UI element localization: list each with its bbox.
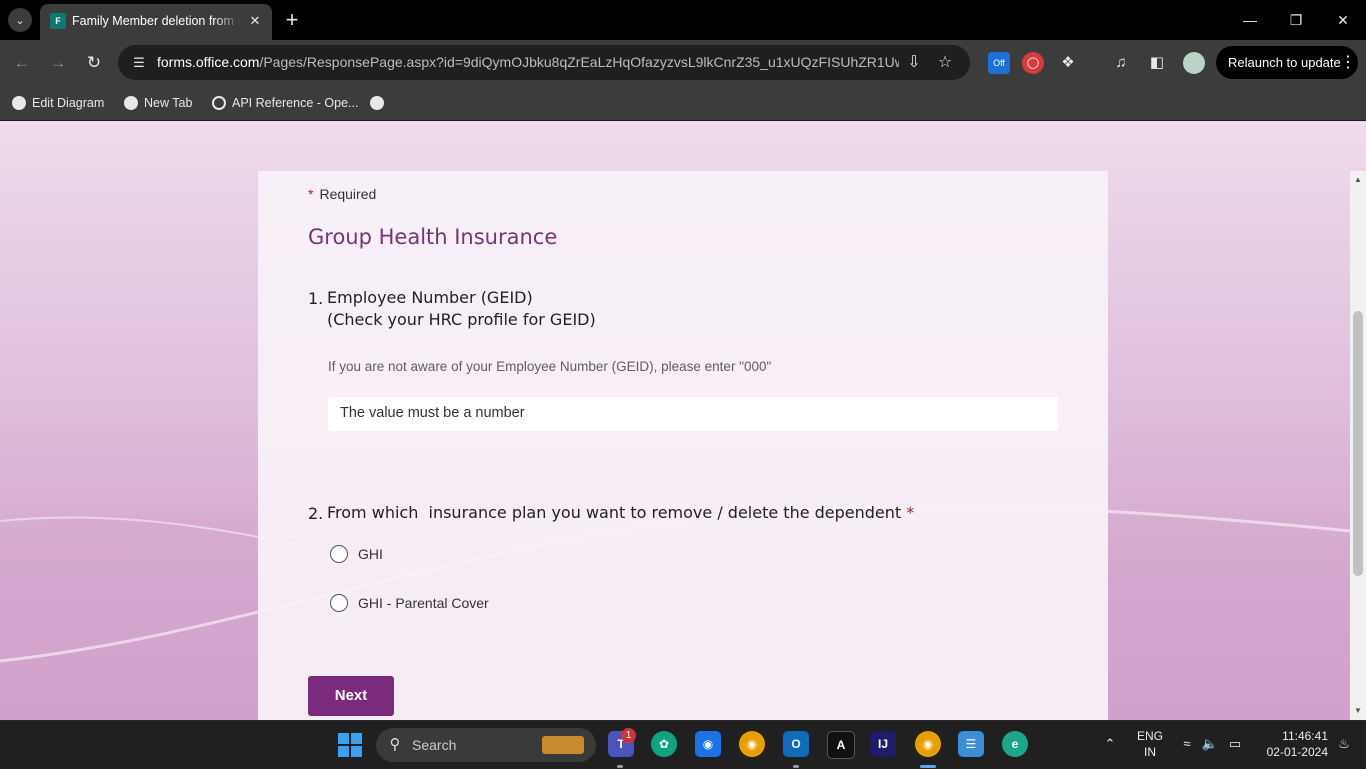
option-ghi[interactable]: GHI xyxy=(330,545,383,563)
extensions-puzzle-icon[interactable]: ❖ xyxy=(1057,52,1079,74)
media-control-icon[interactable]: ♫ xyxy=(1110,52,1132,74)
site-info-icon[interactable]: ☰ xyxy=(130,54,148,72)
windows-taskbar: ⚲ Search T 1 ✿ ◉ ◉ O A IJ ◉ ☰ e ⌃ ENG IN… xyxy=(0,720,1366,769)
windows-start-icon[interactable] xyxy=(338,733,362,757)
search-highlight-image xyxy=(542,736,584,754)
question-1-hint: If you are not aware of your Employee Nu… xyxy=(328,359,772,374)
globe-icon xyxy=(12,96,26,110)
address-bar[interactable]: ☰ forms.office.com/Pages/ResponsePage.as… xyxy=(118,45,970,80)
next-button[interactable]: Next xyxy=(308,676,394,716)
question-1-text: Employee Number (GEID) (Check your HRC p… xyxy=(327,288,596,329)
page-scrollbar[interactable]: ▲ ▼ xyxy=(1350,171,1366,720)
side-panel-icon[interactable]: ◧ xyxy=(1146,52,1168,74)
search-label: Search xyxy=(412,737,457,753)
chatgpt-icon[interactable]: ✿ xyxy=(651,731,677,757)
globe-icon xyxy=(124,96,138,110)
language-indicator[interactable]: ENG IN xyxy=(1132,728,1168,760)
system-clock[interactable]: 11:46:41 02-01-2024 xyxy=(1252,728,1328,760)
openai-icon xyxy=(212,96,226,110)
extension-red-icon[interactable]: ◯ xyxy=(1022,52,1044,74)
teams-notification-badge: 1 xyxy=(621,728,636,743)
employee-number-field[interactable] xyxy=(328,397,1058,431)
back-arrow-icon[interactable]: ← xyxy=(10,51,34,75)
battery-icon[interactable]: ▭ xyxy=(1225,733,1245,755)
bookmark-edit-diagram[interactable]: Edit Diagram xyxy=(12,92,104,114)
scroll-thumb[interactable] xyxy=(1353,311,1363,576)
tab-search-chevron-icon[interactable]: ⌄ xyxy=(8,8,32,32)
required-note: * Required xyxy=(308,186,377,202)
radio-button[interactable] xyxy=(330,545,348,563)
notepad-icon[interactable]: ☰ xyxy=(958,731,984,757)
option-ghi-parental-cover[interactable]: GHI - Parental Cover xyxy=(330,594,489,612)
active-tab[interactable]: F Family Member deletion from GHI ✕ xyxy=(40,4,272,40)
relaunch-to-update-button[interactable]: Relaunch to update ⋮ xyxy=(1216,46,1358,79)
bookmarks-bar: Edit Diagram New Tab API Reference - Ope… xyxy=(0,86,1366,121)
more-vertical-icon[interactable]: ⋮ xyxy=(1340,52,1356,72)
question-2-number: 2. xyxy=(308,504,324,523)
restore-icon[interactable]: ❐ xyxy=(1284,8,1308,32)
employee-number-input[interactable] xyxy=(328,397,1052,429)
reload-icon[interactable]: ↻ xyxy=(82,51,106,75)
chrome-icon[interactable]: ◉ xyxy=(739,731,765,757)
extension-off-icon[interactable]: Off xyxy=(988,52,1010,74)
profile-avatar[interactable] xyxy=(1183,52,1205,74)
app-icon[interactable]: ◉ xyxy=(695,731,721,757)
install-app-icon[interactable]: ⇩ xyxy=(904,53,924,73)
tab-close-icon[interactable]: ✕ xyxy=(246,12,264,30)
page-viewport: * Required Group Health Insurance 1. Empl… xyxy=(0,121,1366,720)
window-close-icon[interactable]: ✕ xyxy=(1331,8,1355,32)
tray-chevron-up-icon[interactable]: ⌃ xyxy=(1100,733,1120,755)
forward-arrow-icon[interactable]: → xyxy=(46,51,70,75)
bookmark-globe[interactable] xyxy=(370,92,384,114)
tab-strip: ⌄ F Family Member deletion from GHI ✕ + … xyxy=(0,0,1366,40)
browser-toolbar: ← → ↻ ☰ forms.office.com/Pages/ResponseP… xyxy=(0,40,1366,86)
minimize-icon[interactable]: — xyxy=(1238,8,1262,32)
intellij-icon[interactable]: IJ xyxy=(870,731,896,757)
bookmark-star-icon[interactable]: ☆ xyxy=(935,53,955,73)
edge-icon[interactable]: e xyxy=(1002,731,1028,757)
globe-icon xyxy=(370,96,384,110)
form-title: Group Health Insurance xyxy=(308,225,558,249)
question-2-text: From which insurance plan you want to re… xyxy=(327,503,915,522)
new-tab-plus-icon[interactable]: + xyxy=(282,9,302,31)
wifi-icon[interactable]: ≈ xyxy=(1177,733,1197,755)
scroll-down-arrow-icon[interactable]: ▼ xyxy=(1350,704,1366,718)
tab-title: Family Member deletion from GHI xyxy=(72,14,240,28)
chrome-profile-icon[interactable]: ◉ xyxy=(915,731,941,757)
notification-bell-icon[interactable]: ♨ xyxy=(1334,733,1354,755)
anthropic-icon[interactable]: A xyxy=(827,731,855,759)
relaunch-label: Relaunch to update xyxy=(1228,55,1341,70)
speaker-muted-icon[interactable]: 🔈 xyxy=(1200,733,1220,755)
radio-button[interactable] xyxy=(330,594,348,612)
bookmark-api-reference[interactable]: API Reference - Ope... xyxy=(212,92,358,114)
bookmark-new-tab[interactable]: New Tab xyxy=(124,92,192,114)
taskbar-search-box[interactable]: ⚲ Search xyxy=(376,728,596,762)
outlook-icon[interactable]: O xyxy=(783,731,809,757)
question-1-number: 1. xyxy=(308,289,324,308)
url-text[interactable]: forms.office.com/Pages/ResponsePage.aspx… xyxy=(157,54,899,72)
scroll-up-arrow-icon[interactable]: ▲ xyxy=(1350,173,1366,187)
search-icon: ⚲ xyxy=(389,736,401,753)
forms-favicon-icon: F xyxy=(50,13,66,29)
form-card: * Required Group Health Insurance 1. Empl… xyxy=(258,171,1108,720)
